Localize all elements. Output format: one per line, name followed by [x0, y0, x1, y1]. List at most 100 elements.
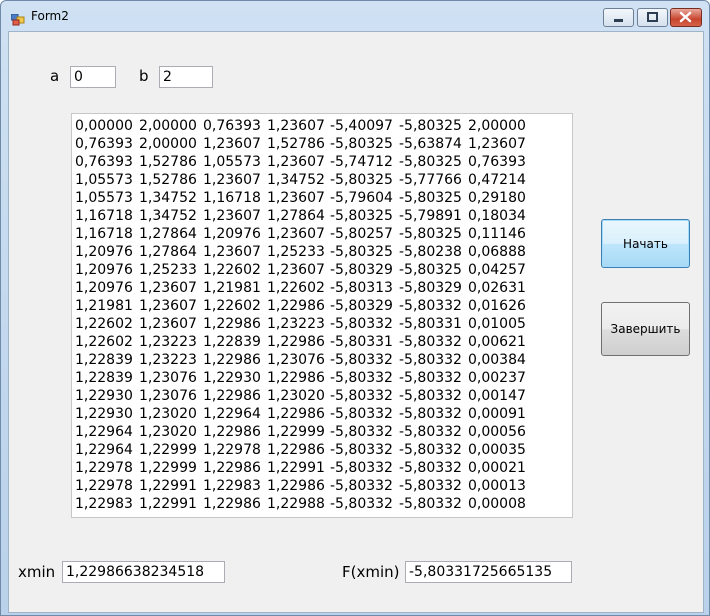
- app-icon: [10, 11, 25, 26]
- list-cell: -5,74712: [330, 154, 393, 170]
- list-cell: 1,22964: [203, 406, 261, 422]
- maximize-icon: [647, 12, 658, 22]
- fxmin-label: F(xmin): [342, 563, 400, 581]
- list-cell: 1,23607: [267, 154, 325, 170]
- list-cell: 1,20976: [75, 244, 133, 260]
- list-cell: -5,80325: [330, 208, 393, 224]
- list-cell: -5,80329: [330, 298, 393, 314]
- a-input[interactable]: 0: [70, 66, 116, 88]
- list-cell: 1,22930: [75, 388, 133, 404]
- list-cell: -5,80332: [399, 496, 462, 512]
- list-cell: -5,80238: [399, 244, 462, 260]
- finish-button[interactable]: Завершить: [601, 302, 690, 356]
- list-cell: 1,22986: [267, 298, 325, 314]
- list-cell: -5,80332: [330, 442, 393, 458]
- list-cell: 1,20976: [75, 280, 133, 296]
- list-cell: 1,20976: [75, 262, 133, 278]
- list-cell: -5,80332: [399, 406, 462, 422]
- list-cell: -5,80332: [330, 424, 393, 440]
- list-cell: 1,22991: [267, 460, 325, 476]
- list-cell: 1,23607: [267, 262, 325, 278]
- list-cell: -5,80329: [399, 280, 462, 296]
- list-cell: -5,79891: [399, 208, 462, 224]
- list-cell: 1,22986: [267, 478, 325, 494]
- list-cell: -5,80325: [330, 244, 393, 260]
- list-cell: 0,76393: [75, 136, 133, 152]
- list-cell: 1,23607: [139, 316, 197, 332]
- list-cell: 1,22986: [267, 370, 325, 386]
- list-cell: 1,22839: [75, 370, 133, 386]
- list-cell: -5,80332: [399, 370, 462, 386]
- list-cell: 1,22930: [75, 406, 133, 422]
- list-cell: 1,23607: [139, 298, 197, 314]
- list-cell: 1,23020: [267, 388, 325, 404]
- list-cell: 1,23076: [139, 388, 197, 404]
- list-cell: -5,80325: [399, 154, 462, 170]
- start-button[interactable]: Начать: [601, 219, 690, 268]
- list-cell: 0,00237: [468, 370, 526, 386]
- list-cell: 1,25233: [267, 244, 325, 260]
- results-listbox[interactable]: 0,00000 2,00000 0,76393 1,23607 -5,40097 -5,8…: [71, 113, 573, 518]
- list-cell: -5,80325: [399, 262, 462, 278]
- list-cell: 0,00384: [468, 352, 526, 368]
- minimize-icon: [614, 19, 623, 22]
- list-cell: 1,25233: [139, 262, 197, 278]
- list-cell: 1,22983: [203, 478, 261, 494]
- minimize-button[interactable]: [603, 8, 634, 27]
- list-cell: 2,00000: [468, 118, 526, 134]
- list-cell: 1,23607: [203, 208, 261, 224]
- list-cell: 0,00621: [468, 334, 526, 350]
- list-cell: 0,06888: [468, 244, 526, 260]
- list-cell: -5,79604: [330, 190, 393, 206]
- list-cell: 1,22978: [75, 478, 133, 494]
- list-cell: 0,47214: [468, 172, 526, 188]
- list-cell: -5,80329: [330, 262, 393, 278]
- list-cell: 1,22986: [203, 496, 261, 512]
- list-cell: 1,23607: [203, 136, 261, 152]
- list-cell: 1,23223: [139, 352, 197, 368]
- maximize-button[interactable]: [637, 8, 668, 27]
- list-cell: 1,23020: [139, 424, 197, 440]
- list-cell: 0,00008: [468, 496, 526, 512]
- list-cell: 1,22602: [267, 280, 325, 296]
- list-cell: -5,80325: [330, 172, 393, 188]
- list-cell: -5,77766: [399, 172, 462, 188]
- list-cell: 1,22983: [75, 496, 133, 512]
- list-cell: 1,22999: [267, 424, 325, 440]
- list-cell: 1,27864: [139, 244, 197, 260]
- list-cell: -5,80332: [399, 352, 462, 368]
- list-cell: 1,23607: [139, 280, 197, 296]
- list-cell: 1,34752: [267, 172, 325, 188]
- list-cell: 1,22964: [75, 442, 133, 458]
- close-button[interactable]: [670, 8, 702, 27]
- list-cell: -5,80325: [399, 118, 462, 134]
- b-input[interactable]: 2: [159, 66, 213, 88]
- list-cell: 1,52786: [139, 172, 197, 188]
- xmin-output[interactable]: 1,22986638234518: [62, 561, 225, 583]
- list-cell: 1,34752: [139, 190, 197, 206]
- list-cell: 1,23607: [468, 136, 526, 152]
- list-cell: -5,80332: [399, 424, 462, 440]
- list-cell: 1,22978: [203, 442, 261, 458]
- title-bar[interactable]: Form2: [1, 1, 709, 31]
- list-cell: 1,23607: [267, 190, 325, 206]
- list-cell: -5,80332: [330, 370, 393, 386]
- list-cell: 2,00000: [139, 118, 197, 134]
- list-cell: 0,76393: [203, 118, 261, 134]
- list-cell: 0,02631: [468, 280, 526, 296]
- list-cell: 1,16718: [75, 208, 133, 224]
- list-cell: 0,29180: [468, 190, 526, 206]
- list-cell: -5,80313: [330, 280, 393, 296]
- list-cell: 1,22986: [267, 406, 325, 422]
- list-cell: 1,22978: [75, 460, 133, 476]
- list-cell: 0,01005: [468, 316, 526, 332]
- list-cell: 1,21981: [75, 298, 133, 314]
- list-cell: 1,23607: [267, 226, 325, 242]
- list-cell: 1,22986: [267, 442, 325, 458]
- list-cell: 1,16718: [75, 226, 133, 242]
- fxmin-output[interactable]: -5,80331725665135: [405, 561, 572, 583]
- list-cell: 1,52786: [139, 154, 197, 170]
- list-cell: -5,63874: [399, 136, 462, 152]
- list-cell: -5,40097: [330, 118, 393, 134]
- list-cell: -5,80332: [399, 334, 462, 350]
